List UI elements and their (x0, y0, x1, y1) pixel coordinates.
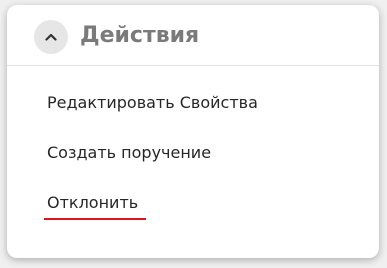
actions-panel: Действия Редактировать Свойства Создать … (7, 5, 379, 258)
active-underline (44, 218, 146, 220)
collapse-button[interactable] (34, 20, 68, 54)
panel-title: Действия (80, 23, 200, 48)
action-create-task[interactable]: Создать поручение (47, 142, 211, 164)
chevron-up-icon (45, 33, 57, 41)
panel-header: Действия (7, 5, 379, 66)
action-reject[interactable]: Отклонить (47, 192, 138, 214)
action-edit-properties[interactable]: Редактировать Свойства (47, 92, 258, 114)
